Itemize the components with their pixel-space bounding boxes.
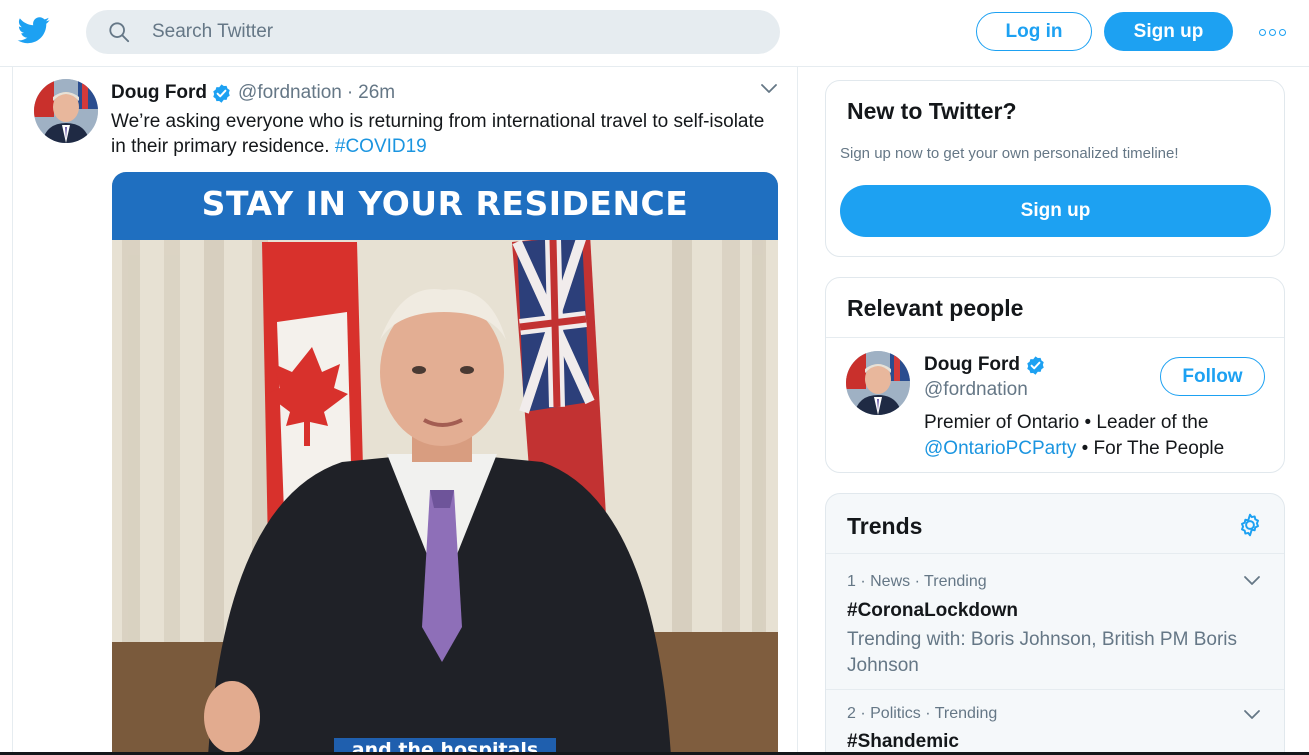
search-bar[interactable] bbox=[86, 10, 780, 54]
video-banner-text: STAY IN YOUR RESIDENCE bbox=[112, 172, 778, 240]
trend-hashtag[interactable]: #CoronaLockdown bbox=[847, 600, 1018, 622]
verified-badge-icon bbox=[213, 83, 230, 103]
follow-button[interactable]: Follow bbox=[1160, 357, 1265, 396]
trend-item[interactable]: 2 · Politics · Trending #Shandemic bbox=[826, 689, 1284, 755]
bio-mention-link[interactable]: @OntarioPCParty bbox=[924, 438, 1076, 459]
trend-meta: 1 · News · Trending bbox=[847, 573, 987, 590]
twitter-bird-icon[interactable] bbox=[16, 14, 52, 46]
trend-context: Trending with: Boris Johnson, British PM… bbox=[847, 629, 1238, 676]
person-name[interactable]: Doug Ford bbox=[924, 354, 1052, 376]
divider bbox=[826, 337, 1284, 338]
tweet-text: We’re asking everyone who is returning f… bbox=[111, 109, 771, 159]
search-input[interactable] bbox=[152, 10, 752, 54]
top-bar: Log in Sign up bbox=[0, 0, 1309, 67]
card-subtitle: Sign up now to get your own personalized… bbox=[840, 145, 1179, 162]
signup-button[interactable]: Sign up bbox=[840, 185, 1271, 237]
card-title: Trends bbox=[847, 513, 923, 539]
person-handle[interactable]: @fordnation bbox=[924, 379, 1028, 401]
tweet-body: We’re asking everyone who is returning f… bbox=[111, 111, 765, 157]
video-frame bbox=[112, 172, 778, 755]
tweet-video[interactable]: STAY IN YOUR RESIDENCE and the hospitals bbox=[112, 172, 778, 755]
tweet-timestamp[interactable]: 26m bbox=[358, 82, 395, 104]
new-to-twitter-card: New to Twitter? Sign up now to get your … bbox=[825, 80, 1285, 257]
signup-button-header[interactable]: Sign up bbox=[1104, 12, 1233, 51]
card-title: Relevant people bbox=[847, 295, 1024, 321]
bio-text-end: • For The People bbox=[1076, 438, 1225, 459]
gear-icon[interactable] bbox=[1237, 512, 1263, 538]
more-dots-icon[interactable] bbox=[1252, 18, 1292, 46]
tweet-header: Doug Ford @fordnation · 26m bbox=[111, 82, 395, 104]
tweet-author-handle[interactable]: @fordnation bbox=[238, 82, 342, 104]
search-icon bbox=[109, 22, 130, 43]
avatar[interactable] bbox=[846, 351, 910, 415]
person-name-text[interactable]: Doug Ford bbox=[924, 354, 1020, 376]
chevron-down-icon[interactable] bbox=[759, 81, 779, 97]
tweet-author-name[interactable]: Doug Ford bbox=[111, 82, 207, 104]
chevron-down-icon[interactable] bbox=[1242, 574, 1262, 588]
hashtag-link[interactable]: #COVID19 bbox=[335, 136, 427, 157]
card-title: New to Twitter? bbox=[847, 98, 1017, 124]
trend-item[interactable]: 1 · News · Trending #CoronaLockdown Tren… bbox=[826, 553, 1284, 689]
timeline-column: Doug Ford @fordnation · 26m We’re asking… bbox=[12, 67, 798, 755]
avatar[interactable] bbox=[34, 79, 98, 143]
verified-badge-icon bbox=[1027, 355, 1044, 375]
chevron-down-icon[interactable] bbox=[1242, 708, 1262, 722]
relevant-people-card: Relevant people Doug Ford @fordnation Pr… bbox=[825, 277, 1285, 473]
trend-hashtag[interactable]: #Shandemic bbox=[847, 731, 959, 753]
separator-dot: · bbox=[346, 82, 354, 103]
trends-card: Trends 1 · News · Trending #CoronaLockdo… bbox=[825, 493, 1285, 755]
trend-meta: 2 · Politics · Trending bbox=[847, 705, 998, 722]
bio-text: Premier of Ontario • Leader of the bbox=[924, 412, 1209, 433]
person-bio: Premier of Ontario • Leader of the @Onta… bbox=[924, 410, 1254, 462]
login-button[interactable]: Log in bbox=[976, 12, 1092, 51]
